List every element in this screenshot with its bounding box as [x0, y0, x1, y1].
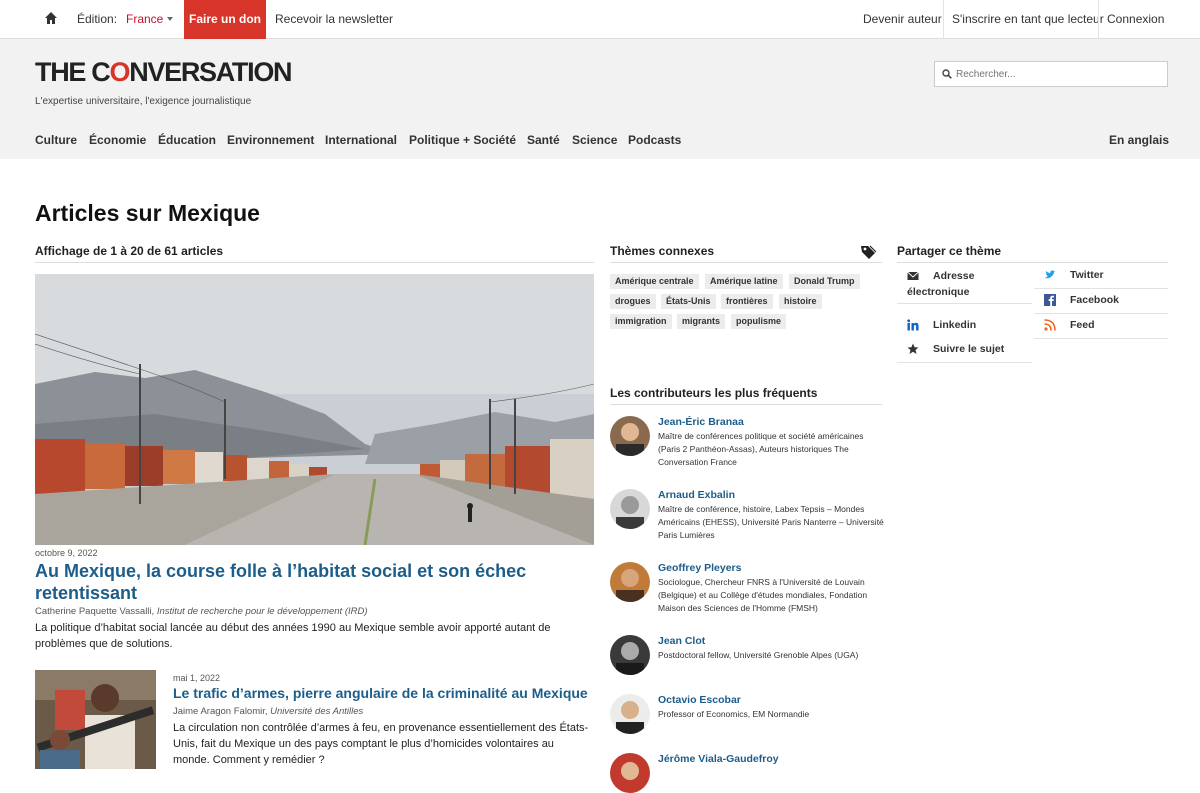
follow-topic[interactable]: Suivre le sujet [897, 343, 1032, 363]
avatar [610, 694, 650, 734]
chevron-down-icon[interactable] [167, 17, 173, 21]
share-facebook[interactable]: Facebook [1034, 294, 1168, 314]
feed-label: Feed [1070, 319, 1095, 331]
login-link[interactable]: Connexion [1107, 12, 1164, 26]
article-title[interactable]: Au Mexique, la course folle à l’habitat … [35, 560, 555, 604]
twitter-label: Twitter [1070, 269, 1104, 281]
article-title[interactable]: Le trafic d’armes, pierre angulaire de l… [173, 685, 593, 702]
tag-icon [861, 245, 877, 259]
logo-text-end: NVERSATION [129, 57, 292, 87]
edition-select[interactable]: France [126, 12, 163, 26]
nav-item-economie[interactable]: Économie [89, 133, 146, 147]
article-date: octobre 9, 2022 [35, 548, 98, 558]
share-heading: Partager ce thème [897, 244, 1168, 263]
article-summary: La politique d’habitat social lancée au … [35, 622, 551, 650]
contributor-name[interactable]: Octavio Escobar [658, 694, 741, 706]
site-logo[interactable]: THE CONVERSATION [35, 57, 293, 88]
search-box[interactable] [934, 61, 1168, 87]
linkedin-icon [907, 319, 919, 331]
rss-icon [1044, 319, 1056, 331]
facebook-icon [1044, 294, 1056, 306]
newsletter-link[interactable]: Recevoir la newsletter [275, 12, 393, 26]
register-reader-link[interactable]: S'inscrire en tant que lecteur [952, 12, 1104, 26]
tag-amerique-latine[interactable]: Amérique latine [705, 274, 783, 289]
donate-button[interactable]: Faire un don [184, 0, 266, 39]
article-count: Affichage de 1 à 20 de 61 articles [35, 244, 594, 263]
share-feed[interactable]: Feed [1034, 319, 1168, 339]
contributor-name[interactable]: Geoffrey Pleyers [658, 562, 741, 574]
contributor-affiliation: Sociologue, Chercheur FNRS à l'Universit… [658, 577, 868, 613]
nav-item-international[interactable]: International [325, 133, 397, 147]
contributor-affiliation: Maître de conférence, histoire, Labex Te… [658, 504, 884, 540]
contributor-affiliation: Professor of Economics, EM Normandie [658, 709, 810, 719]
author-name[interactable]: Catherine Paquette Vassalli [35, 606, 152, 617]
themes-heading: Thèmes connexes [610, 244, 882, 263]
top-bar: Édition: France Faire un don Recevoir la… [0, 0, 1200, 39]
contributor-name[interactable]: Jérôme Viala-Gaudefroy [658, 753, 779, 765]
tag-etats-unis[interactable]: États-Unis [661, 294, 716, 309]
contributors-heading: Les contributeurs les plus fréquents [610, 386, 882, 405]
article-image[interactable] [35, 274, 594, 545]
nav-item-culture[interactable]: Culture [35, 133, 77, 147]
facebook-label: Facebook [1070, 294, 1120, 306]
tag-frontieres[interactable]: frontières [721, 294, 773, 309]
article-author: Jaime Aragon Falomir, Université des Ant… [173, 706, 364, 717]
nav-item-environnement[interactable]: Environnement [227, 133, 314, 147]
logo-text: THE C [35, 57, 111, 87]
linkedin-label: Linkedin [933, 319, 977, 331]
avatar [610, 753, 650, 793]
article-thumbnail[interactable] [35, 670, 156, 769]
tag-populisme[interactable]: populisme [731, 314, 787, 329]
author-name[interactable]: Jaime Aragon Falomir [173, 706, 265, 717]
housing-photo [35, 274, 594, 545]
site-header: THE CONVERSATION L'expertise universitai… [0, 39, 1200, 159]
contributor-name[interactable]: Arnaud Exbalin [658, 489, 735, 501]
arms-photo [35, 670, 156, 769]
become-author-link[interactable]: Devenir auteur [863, 12, 942, 26]
contributor-affiliation: Maître de conférences politique et socié… [658, 431, 864, 467]
tag-migrants[interactable]: migrants [677, 314, 726, 329]
search-icon [942, 69, 952, 79]
article-author: Catherine Paquette Vassalli, Institut de… [35, 606, 368, 617]
nav-item-podcasts[interactable]: Podcasts [628, 133, 681, 147]
nav-item-education[interactable]: Éducation [158, 133, 216, 147]
contributor-name[interactable]: Jean-Éric Branaa [658, 416, 744, 428]
tag-donald-trump[interactable]: Donald Trump [789, 274, 860, 289]
nav-item-english[interactable]: En anglais [1109, 133, 1169, 147]
edition-label: Édition: [77, 12, 118, 26]
tagline: L'expertise universitaire, l'exigence jo… [35, 96, 252, 107]
nav-item-politique-societe[interactable]: Politique + Société [409, 133, 516, 147]
nav-item-sante[interactable]: Santé [527, 133, 560, 147]
follow-topic-label: Suivre le sujet [933, 343, 1005, 355]
avatar [610, 489, 650, 529]
search-input[interactable] [956, 66, 1161, 82]
avatar [610, 635, 650, 675]
avatar [610, 562, 650, 602]
logo-o: O [109, 57, 131, 87]
page-title: Articles sur Mexique [35, 200, 260, 226]
article-summary: La circulation non contrôlée d’armes à f… [173, 722, 589, 766]
tag-histoire[interactable]: histoire [779, 294, 822, 309]
share-email[interactable]: Adresse électronique [897, 269, 1032, 304]
divider [1098, 0, 1099, 38]
home-icon[interactable] [44, 11, 58, 25]
share-email-label: Adresse électronique [907, 270, 975, 298]
author-institution: Institut de recherche pour le développem… [156, 606, 368, 617]
avatar [610, 416, 650, 456]
tag-immigration[interactable]: immigration [610, 314, 672, 329]
tag-amerique-centrale[interactable]: Amérique centrale [610, 274, 699, 289]
contributor-name[interactable]: Jean Clot [658, 635, 705, 647]
author-institution: Université des Antilles [270, 706, 364, 717]
article-date: mai 1, 2022 [173, 673, 221, 683]
nav-item-science[interactable]: Science [572, 133, 617, 147]
share-linkedin[interactable]: Linkedin [897, 319, 1032, 339]
tag-drogues[interactable]: drogues [610, 294, 656, 309]
share-twitter[interactable]: Twitter [1034, 269, 1168, 289]
divider [943, 0, 944, 38]
contributor-affiliation: Postdoctoral fellow, Université Grenoble… [658, 650, 859, 660]
star-icon [907, 343, 919, 354]
twitter-icon [1045, 270, 1056, 279]
